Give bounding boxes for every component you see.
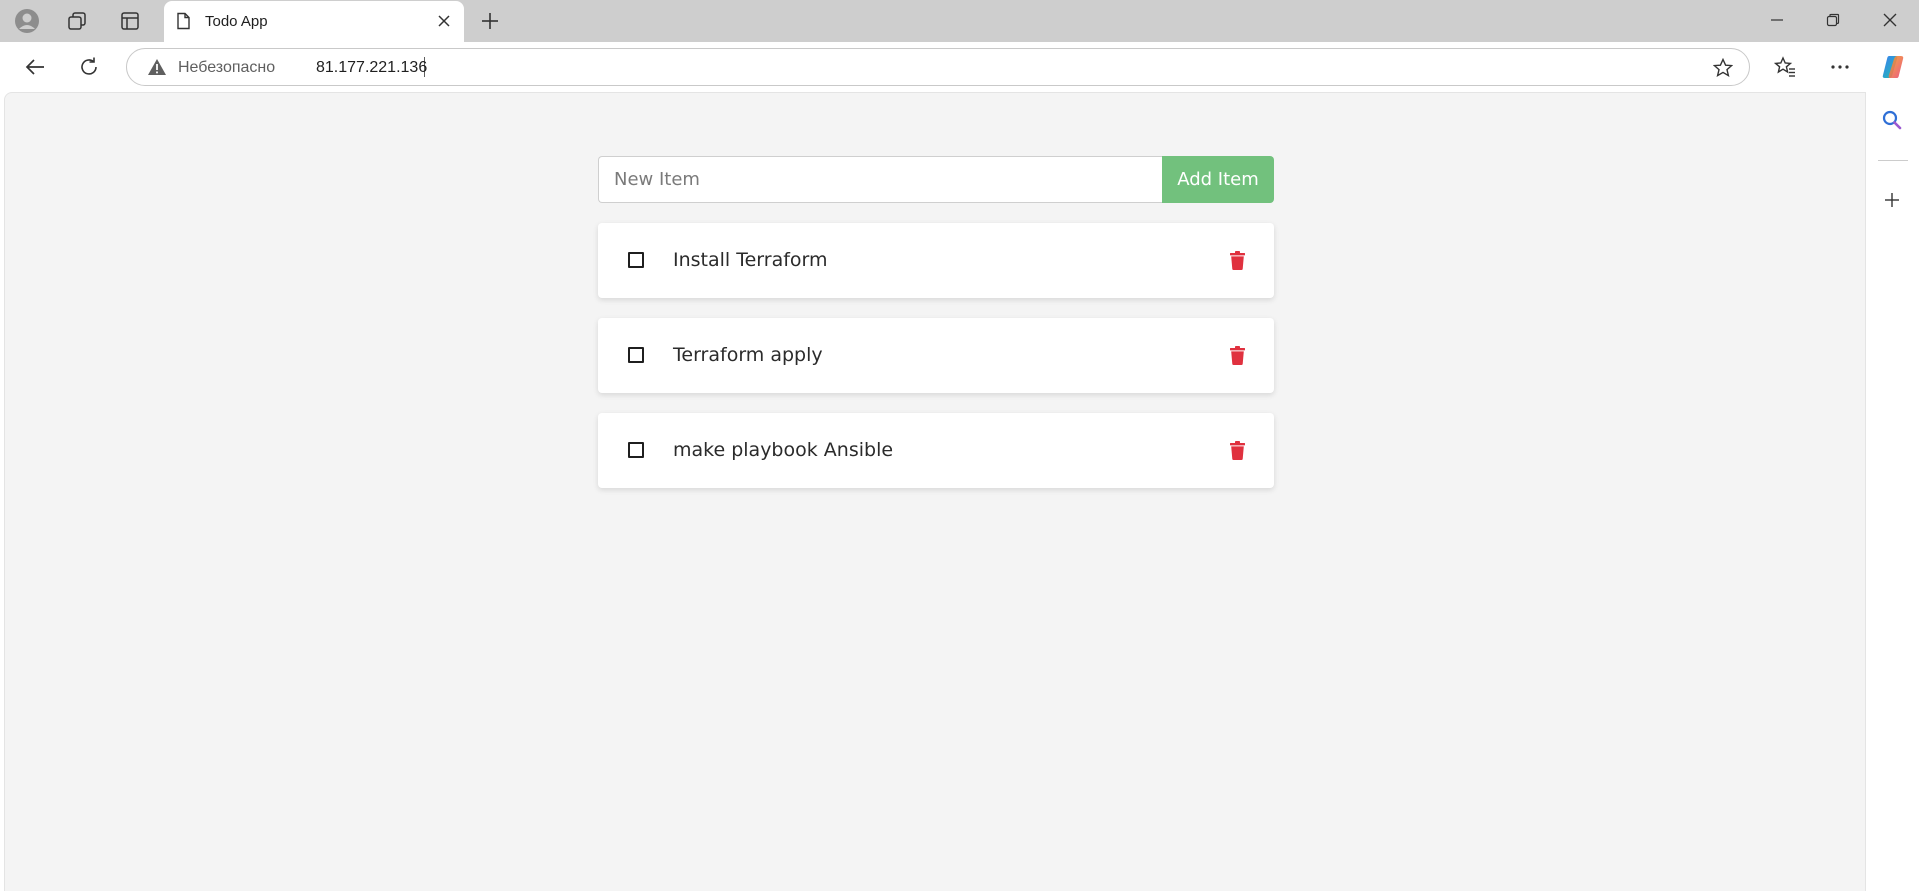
tab-actions-icon[interactable] [116, 7, 144, 35]
favorites-icon[interactable] [1771, 53, 1799, 81]
list-item: make playbook Ansible [598, 413, 1274, 488]
item-text: Terraform apply [673, 344, 823, 366]
page-icon [174, 12, 192, 30]
tab-todo-app[interactable]: Todo App [164, 1, 464, 42]
profile-icon[interactable] [13, 7, 41, 35]
warning-icon[interactable] [147, 58, 167, 76]
tab-title: Todo App [205, 13, 268, 30]
copilot-icon[interactable] [1879, 53, 1907, 81]
security-label[interactable]: Небезопасно [178, 59, 275, 77]
tab-strip: Todo App [0, 0, 1919, 42]
todo-app: Add Item Install Terraform Terraform app… [598, 156, 1274, 508]
item-text: make playbook Ansible [673, 439, 894, 461]
close-icon[interactable] [434, 11, 454, 31]
trash-icon[interactable] [1229, 440, 1245, 460]
star-icon[interactable] [1711, 56, 1735, 80]
restore-icon[interactable] [1821, 8, 1845, 32]
trash-icon[interactable] [1229, 250, 1245, 270]
add-item-form: Add Item [598, 156, 1274, 203]
address-bar[interactable]: Небезопасно 81.177.221.136 [126, 48, 1750, 86]
new-item-input[interactable] [598, 156, 1162, 203]
search-icon[interactable] [1878, 106, 1906, 134]
trash-icon[interactable] [1229, 345, 1245, 365]
todo-list: Install Terraform Terraform apply make p… [598, 223, 1274, 488]
more-icon[interactable] [1826, 53, 1854, 81]
plus-icon[interactable] [1878, 186, 1906, 214]
item-checkbox[interactable] [628, 252, 644, 268]
browser-toolbar: Небезопасно 81.177.221.136 [0, 42, 1919, 92]
list-item: Terraform apply [598, 318, 1274, 393]
close-window-icon[interactable] [1878, 8, 1902, 32]
item-checkbox[interactable] [628, 442, 644, 458]
item-checkbox[interactable] [628, 347, 644, 363]
workspaces-icon[interactable] [63, 7, 91, 35]
minimize-icon[interactable] [1765, 8, 1789, 32]
item-text: Install Terraform [673, 249, 828, 271]
new-tab-icon[interactable] [478, 9, 502, 33]
url-text[interactable]: 81.177.221.136 [316, 59, 427, 77]
side-panel [1866, 92, 1919, 891]
add-item-button[interactable]: Add Item [1162, 156, 1274, 203]
side-panel-separator [1878, 160, 1908, 161]
arrow-left-icon[interactable] [21, 53, 49, 81]
list-item: Install Terraform [598, 223, 1274, 298]
refresh-icon[interactable] [75, 53, 103, 81]
